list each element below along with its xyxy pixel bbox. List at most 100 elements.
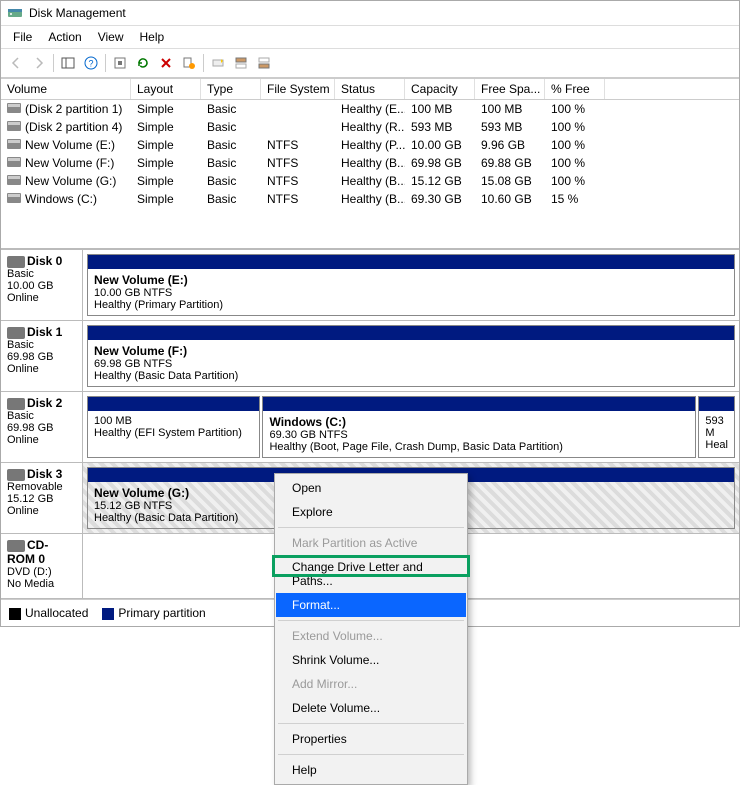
back-button[interactable] [5,52,27,74]
partition[interactable]: 593 MHeal [698,396,735,458]
partition[interactable]: New Volume (F:)69.98 GB NTFSHealthy (Bas… [87,325,735,387]
partition[interactable]: Windows (C:)69.30 GB NTFSHealthy (Boot, … [262,396,696,458]
cell: Healthy (R... [335,119,405,135]
column-header[interactable]: File System [261,79,335,99]
cell: Basic [201,155,261,171]
context-explore[interactable]: Explore [276,500,466,524]
toolbar-separator [53,54,54,72]
disk-label[interactable]: Disk 3Removable15.12 GBOnline [1,463,83,533]
volume-row[interactable]: New Volume (E:)SimpleBasicNTFSHealthy (P… [1,136,739,154]
cell: 100 % [545,137,605,153]
help-button[interactable]: ? [80,52,102,74]
cell: Simple [131,173,201,189]
column-header[interactable]: Type [201,79,261,99]
disk-icon [7,256,25,268]
cell: 100 % [545,101,605,117]
menu-action[interactable]: Action [40,28,89,46]
cell: Basic [201,191,261,207]
cell: New Volume (E:) [1,137,131,153]
cell: 15.12 GB [405,173,475,189]
context-delete-volume[interactable]: Delete Volume... [276,696,466,720]
forward-button[interactable] [28,52,50,74]
delete-icon[interactable] [155,52,177,74]
toolbar: ? [1,49,739,78]
cell: NTFS [261,155,335,171]
cell: Windows (C:) [1,191,131,207]
menu-view[interactable]: View [90,28,132,46]
cell: Healthy (B... [335,173,405,189]
volume-row[interactable]: New Volume (F:)SimpleBasicNTFSHealthy (B… [1,154,739,172]
disk-icon [7,469,25,481]
legend-primary: Primary partition [102,606,205,620]
volume-icon [7,175,21,185]
toolbar-separator [105,54,106,72]
cell: 100 % [545,119,605,135]
disk-label[interactable]: CD-ROM 0DVD (D:)No Media [1,534,83,598]
refresh-button[interactable] [132,52,154,74]
volume-list-header: VolumeLayoutTypeFile SystemStatusCapacit… [1,78,739,100]
disk-label[interactable]: Disk 0Basic10.00 GBOnline [1,250,83,320]
cell: NTFS [261,173,335,189]
partition-info: 100 MBHealthy (EFI System Partition) [88,411,259,457]
app-icon [7,5,23,21]
menu-help[interactable]: Help [132,28,173,46]
column-header[interactable]: Volume [1,79,131,99]
volume-row[interactable]: (Disk 2 partition 1)SimpleBasicHealthy (… [1,100,739,118]
legend-unallocated: Unallocated [9,606,88,620]
volume-row[interactable]: New Volume (G:)SimpleBasicNTFSHealthy (B… [1,172,739,190]
disk-row: Disk 0Basic10.00 GBOnlineNew Volume (E:)… [1,250,739,321]
volume-list: (Disk 2 partition 1)SimpleBasicHealthy (… [1,100,739,208]
cell: (Disk 2 partition 1) [1,101,131,117]
partition[interactable]: New Volume (E:)10.00 GB NTFSHealthy (Pri… [87,254,735,316]
new-volume-icon[interactable] [207,52,229,74]
context-open[interactable]: Open [276,476,466,500]
context-add-mirror: Add Mirror... [276,672,466,696]
show-hide-button[interactable] [57,52,79,74]
legend-unallocated-label: Unallocated [25,606,88,620]
cell: Simple [131,155,201,171]
context-change-drive-letter-and-paths[interactable]: Change Drive Letter and Paths... [276,555,466,593]
column-header[interactable]: Layout [131,79,201,99]
cell: 15.08 GB [475,173,545,189]
cell: Simple [131,137,201,153]
toolbar-separator [203,54,204,72]
menu-separator [278,723,464,724]
volume-row[interactable]: Windows (C:)SimpleBasicNTFSHealthy (B...… [1,190,739,208]
partition[interactable]: 100 MBHealthy (EFI System Partition) [87,396,260,458]
disk-icon [7,398,25,410]
cell: 9.96 GB [475,137,545,153]
menu-separator [278,754,464,755]
cell: Healthy (E... [335,101,405,117]
partition-info: New Volume (F:)69.98 GB NTFSHealthy (Bas… [88,340,734,386]
cell: 10.00 GB [405,137,475,153]
layout-bottom-icon[interactable] [253,52,275,74]
menu-file[interactable]: File [5,28,40,46]
action-settings-button[interactable] [109,52,131,74]
volume-icon [7,121,21,131]
disk-icon [7,327,25,339]
context-shrink-volume[interactable]: Shrink Volume... [276,648,466,672]
partition-info: Windows (C:)69.30 GB NTFSHealthy (Boot, … [263,411,695,457]
disk-partitions: New Volume (F:)69.98 GB NTFSHealthy (Bas… [83,321,739,391]
context-help[interactable]: Help [276,758,466,782]
column-header[interactable]: Status [335,79,405,99]
properties-icon[interactable] [178,52,200,74]
cell: Healthy (B... [335,155,405,171]
column-header[interactable]: Capacity [405,79,475,99]
layout-top-icon[interactable] [230,52,252,74]
cell: New Volume (G:) [1,173,131,189]
context-properties[interactable]: Properties [276,727,466,751]
volume-row[interactable]: (Disk 2 partition 4)SimpleBasicHealthy (… [1,118,739,136]
svg-text:?: ? [88,59,93,69]
partition-color-bar [699,397,734,411]
cell: Basic [201,101,261,117]
disk-label[interactable]: Disk 2Basic69.98 GBOnline [1,392,83,462]
disk-label[interactable]: Disk 1Basic69.98 GBOnline [1,321,83,391]
cell: (Disk 2 partition 4) [1,119,131,135]
column-header[interactable]: Free Spa... [475,79,545,99]
column-header[interactable]: % Free [545,79,605,99]
menu-separator [278,527,464,528]
context-format[interactable]: Format... [276,593,466,617]
cdrom-icon [7,540,25,552]
partition-color-bar [88,397,259,411]
